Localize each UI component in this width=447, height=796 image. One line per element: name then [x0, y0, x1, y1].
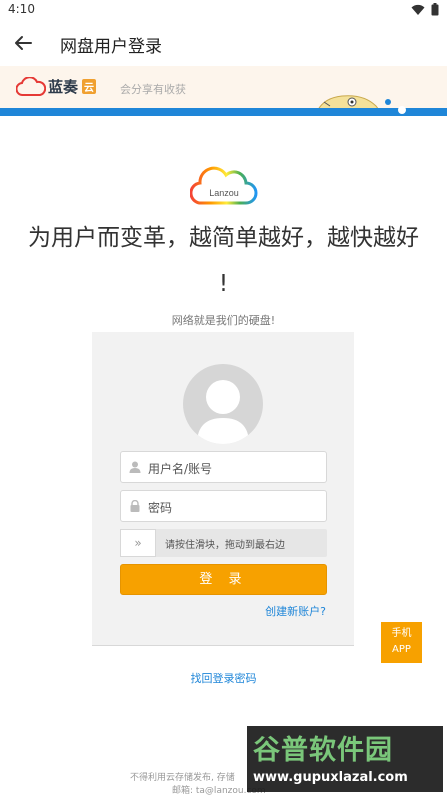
slider-hint: 请按住滑块，拖动到最右边 — [165, 540, 285, 551]
battery-icon — [431, 3, 439, 16]
hero-headline: 为用户而变革，越简单越好，越快越好 ! — [0, 215, 447, 307]
password-placeholder: 密码 — [148, 501, 173, 515]
footer-notice: 不得利用云存储发布, 存储 — [130, 773, 235, 783]
username-placeholder: 用户名/账号 — [148, 462, 213, 476]
logo-text: 蓝奏 — [48, 78, 79, 96]
status-time: 4:10 — [8, 2, 35, 16]
recover-password-label: 找回登录密码 — [190, 672, 257, 685]
back-arrow-icon[interactable] — [12, 32, 34, 54]
lanzou-cloud-logo: Lanzou — [190, 166, 258, 205]
user-silhouette-icon — [197, 380, 249, 444]
watermark-url: www.gupuxlazal.com — [253, 770, 408, 785]
lock-icon — [130, 500, 140, 512]
status-icons — [411, 3, 439, 16]
watermark: 谷普软件园 www.gupuxlazal.com — [247, 726, 443, 792]
wifi-icon — [411, 4, 425, 15]
avatar — [183, 364, 263, 444]
captcha-slider: » 请按住滑块，拖动到最右边 — [120, 529, 327, 557]
site-header: 蓝奏 云 会分享有收获 — [0, 66, 447, 110]
app-button-line1: 手机 — [391, 628, 412, 639]
hero-subline: 网络就是我们的硬盘! — [171, 314, 276, 327]
page-title: 网盘用户登录 — [60, 37, 162, 57]
cloud-logo-text: Lanzou — [209, 188, 239, 198]
watermark-title: 谷普软件园 — [253, 735, 393, 766]
app-bar: 网盘用户登录 — [0, 20, 447, 66]
status-bar: 4:10 — [0, 0, 447, 20]
app-button-line2: APP — [392, 644, 411, 655]
username-field[interactable]: 用户名/账号 — [120, 451, 327, 483]
cloud-logo-icon — [16, 76, 46, 96]
band-decoration — [398, 106, 406, 114]
hero-headline-line1: 为用户而变革，越简单越好，越快越好 — [28, 225, 419, 251]
user-icon — [129, 461, 141, 473]
logo-badge: 云 — [82, 79, 97, 94]
hero-headline-line2: ! — [218, 271, 229, 297]
recover-password-link[interactable]: 找回登录密码 — [0, 670, 447, 686]
slider-handle[interactable]: » — [120, 529, 156, 557]
register-link[interactable]: 创建新账户? — [265, 603, 326, 619]
mobile-app-button[interactable]: 手机 APP — [381, 622, 422, 663]
password-field[interactable]: 密码 — [120, 490, 327, 522]
site-logo[interactable]: 蓝奏 云 — [16, 76, 97, 97]
login-panel: 用户名/账号 密码 » 请按住滑块，拖动到最右边 登 录 创建新账户? — [92, 332, 354, 646]
login-button[interactable]: 登 录 — [120, 564, 327, 595]
header-band — [0, 108, 447, 116]
site-slogan: 会分享有收获 — [120, 83, 186, 96]
